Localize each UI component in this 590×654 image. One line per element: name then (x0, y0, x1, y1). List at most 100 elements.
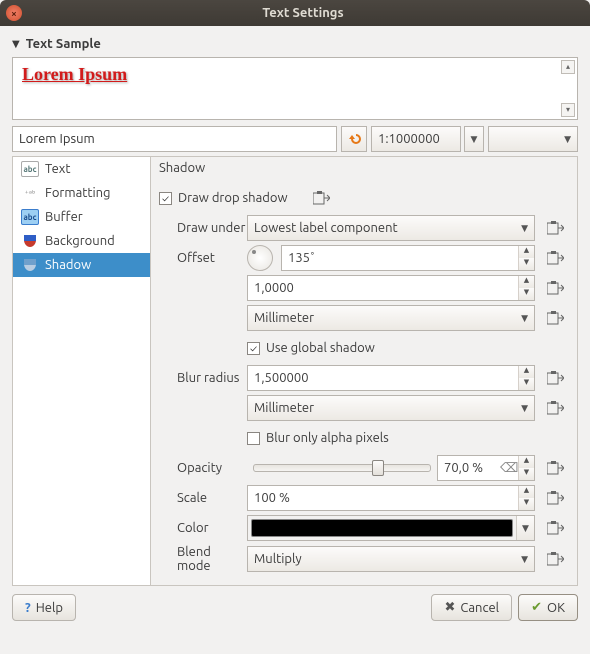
text-sample-label: Text Sample (26, 37, 101, 51)
tab-label: Formatting (45, 186, 111, 200)
offset-label: Offset (159, 251, 247, 265)
ok-label: OK (547, 601, 565, 615)
scale-label: Scale (159, 491, 247, 505)
spin-down-icon[interactable]: ▼ (519, 468, 534, 480)
blend-mode-combo[interactable]: Multiply ▼ (247, 546, 535, 572)
chevron-down-icon: ▼ (564, 134, 571, 145)
chevron-down-icon: ▼ (521, 403, 528, 414)
tab-text[interactable]: abc Text (13, 157, 150, 181)
text-icon: abc (21, 161, 39, 177)
chevron-down-icon[interactable]: ▼ (516, 516, 534, 540)
spin-down-icon[interactable]: ▼ (519, 288, 534, 300)
blur-radius-spin[interactable]: 1,500000 ▲▼ (247, 365, 535, 391)
override-button[interactable] (543, 366, 567, 390)
map-scale-combo[interactable]: 1:1000000 (371, 126, 461, 152)
tab-background[interactable]: Background (13, 229, 150, 253)
cancel-icon: ✖ (444, 600, 455, 615)
slider-thumb[interactable] (372, 460, 384, 476)
override-button[interactable] (543, 396, 567, 420)
map-scale-dropdown[interactable]: ▼ (464, 126, 484, 152)
spin-up-icon[interactable]: ▲ (519, 456, 534, 468)
tab-label: Buffer (45, 210, 83, 224)
cancel-button[interactable]: ✖ Cancel (431, 594, 512, 621)
offset-distance-spin[interactable]: 1,0000 ▲▼ (247, 275, 535, 301)
extra-combo[interactable]: ▼ (488, 126, 578, 152)
opacity-label: Opacity (159, 461, 247, 475)
map-scale-value: 1:1000000 (378, 132, 440, 146)
scale-spin[interactable]: 100 % ▲▼ (247, 485, 535, 511)
text-sample-header[interactable]: ▼ Text Sample (12, 31, 578, 57)
sample-input[interactable] (12, 126, 337, 152)
draw-shadow-checkbox[interactable]: ✓ (159, 192, 172, 205)
titlebar: × Text Settings (0, 0, 590, 26)
blur-radius-label: Blur radius (159, 371, 247, 385)
scroll-up-icon[interactable]: ▴ (561, 60, 575, 74)
help-label: Help (36, 601, 63, 615)
chevron-down-icon: ▼ (521, 554, 528, 565)
shadow-icon (21, 257, 39, 273)
ok-icon: ✔ (531, 600, 542, 615)
opacity-spin[interactable]: 70,0 % ⌫ ▲▼ (437, 455, 535, 481)
color-swatch (251, 519, 513, 537)
panel-title: Shadow (159, 161, 567, 181)
offset-unit-value: Millimeter (254, 311, 314, 325)
draw-shadow-label: Draw drop shadow (178, 191, 288, 205)
help-icon: ? (25, 601, 31, 615)
blend-mode-label: Blend mode (159, 545, 247, 573)
offset-angle-spin[interactable]: 135˚ ▲▼ (281, 245, 535, 271)
opacity-slider[interactable] (253, 464, 431, 472)
chevron-down-icon: ▼ (521, 223, 528, 234)
override-button[interactable] (543, 547, 567, 571)
undo-icon (347, 132, 361, 146)
chevron-down-icon: ▼ (521, 313, 528, 324)
preview-scrollbar[interactable]: ▴ ▾ (561, 60, 575, 117)
tab-label: Text (45, 162, 70, 176)
spin-down-icon[interactable]: ▼ (519, 258, 534, 270)
use-global-label: Use global shadow (266, 341, 375, 355)
sample-text: Lorem Ipsum (19, 61, 130, 87)
reset-button[interactable] (341, 126, 367, 152)
color-picker[interactable]: ▼ (247, 515, 535, 541)
draw-under-value: Lowest label component (254, 221, 398, 235)
tab-formatting[interactable]: ⁺ᵃᵇ Formatting (13, 181, 150, 205)
blend-mode-value: Multiply (254, 552, 302, 566)
override-button[interactable] (543, 516, 567, 540)
use-global-checkbox[interactable]: ✓ (247, 342, 260, 355)
override-button[interactable] (310, 186, 334, 210)
override-button[interactable] (543, 216, 567, 240)
help-button[interactable]: ? Help (12, 594, 76, 621)
close-icon[interactable]: × (6, 5, 22, 21)
draw-under-combo[interactable]: Lowest label component ▼ (247, 215, 535, 241)
window-title: Text Settings (22, 6, 584, 20)
spin-down-icon[interactable]: ▼ (519, 498, 534, 510)
tab-buffer[interactable]: abc Buffer (13, 205, 150, 229)
override-button[interactable] (543, 276, 567, 300)
override-button[interactable] (543, 246, 567, 270)
blur-unit-combo[interactable]: Millimeter ▼ (247, 395, 535, 421)
settings-tabs: abc Text ⁺ᵃᵇ Formatting abc Buffer Backgrou… (13, 157, 151, 585)
scroll-down-icon[interactable]: ▾ (561, 103, 575, 117)
spin-up-icon[interactable]: ▲ (519, 276, 534, 288)
cancel-label: Cancel (460, 601, 499, 615)
spin-up-icon[interactable]: ▲ (519, 366, 534, 378)
clear-icon[interactable]: ⌫ (500, 461, 518, 476)
spin-down-icon[interactable]: ▼ (519, 378, 534, 390)
tab-label: Shadow (45, 258, 91, 272)
sample-preview: Lorem Ipsum ▴ ▾ (12, 57, 578, 120)
collapse-icon: ▼ (12, 38, 20, 50)
override-button[interactable] (543, 456, 567, 480)
color-label: Color (159, 521, 247, 535)
override-button[interactable] (543, 486, 567, 510)
spin-up-icon[interactable]: ▲ (519, 246, 534, 258)
tab-shadow[interactable]: Shadow (13, 253, 150, 277)
override-button[interactable] (543, 306, 567, 330)
offset-dial[interactable] (247, 245, 273, 271)
ok-button[interactable]: ✔ OK (518, 594, 578, 621)
offset-distance-value: 1,0000 (248, 281, 518, 295)
formatting-icon: ⁺ᵃᵇ (21, 185, 39, 201)
offset-unit-combo[interactable]: Millimeter ▼ (247, 305, 535, 331)
blur-alpha-checkbox[interactable] (247, 432, 260, 445)
buffer-icon: abc (21, 209, 39, 225)
shield-icon (21, 233, 39, 249)
spin-up-icon[interactable]: ▲ (519, 486, 534, 498)
